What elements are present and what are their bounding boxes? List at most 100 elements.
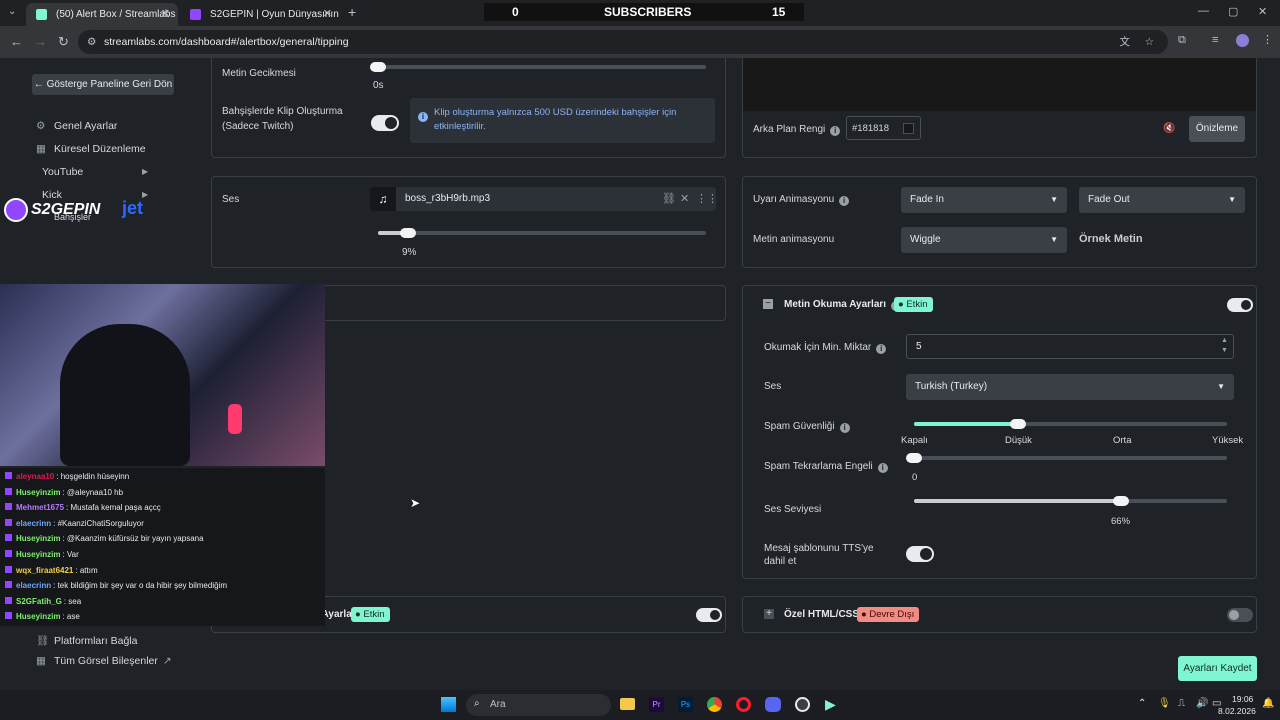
taskbar-search[interactable]: ⌕ Ara xyxy=(466,694,611,716)
tab-s2gepin[interactable]: S2GEPIN | Oyun Dünyasının Ye ✕ xyxy=(180,3,340,26)
sound-file-name: boss_r3bH9rb.mp3 xyxy=(405,193,491,204)
clock-date[interactable]: 8.02.2026 xyxy=(1218,706,1256,716)
twitch-icon xyxy=(190,9,201,20)
bookmark-star-icon[interactable]: ☆ xyxy=(1145,30,1154,54)
taskbar-search-placeholder: Ara xyxy=(490,699,506,710)
obs-icon[interactable] xyxy=(795,697,810,712)
sidebar-item-general[interactable]: ⚙ Genel Ayarlar xyxy=(36,120,117,132)
repeat-label-text: Spam Tekrarlama Engeli xyxy=(764,461,873,472)
back-to-dashboard-button[interactable]: ← Gösterge Paneline Geri Dön xyxy=(32,74,174,95)
sound-volume-handle[interactable] xyxy=(399,228,416,238)
text-delay-slider[interactable] xyxy=(378,65,706,69)
repeat-slider[interactable] xyxy=(914,456,1227,460)
file-explorer-icon[interactable] xyxy=(620,698,635,710)
tts-title: Metin Okuma Ayarlarıi xyxy=(784,299,902,311)
sound-panel: Ses ♫ boss_r3bH9rb.mp3 ⛓ ✕ ⋮⋮ 9% xyxy=(211,176,726,268)
clip-toggle[interactable] xyxy=(371,115,399,131)
tts-volume-handle[interactable] xyxy=(1112,496,1129,506)
close-tab-icon[interactable]: ✕ xyxy=(161,3,170,26)
tray-chevron-icon[interactable]: ⌃ xyxy=(1138,698,1146,709)
volume-icon[interactable]: 🔊 xyxy=(1196,698,1208,709)
spam-slider-handle[interactable] xyxy=(1010,419,1027,429)
tab-menu-icon[interactable]: ⌄ xyxy=(8,6,16,17)
text-anim-select[interactable]: Wiggle ▼ xyxy=(901,227,1067,253)
custom-html-status-badge: ● Devre Dışı xyxy=(857,607,920,622)
alert-out-select[interactable]: Fade Out ▼ xyxy=(1079,187,1245,213)
custom-html-panel: + Özel HTML/CSS ● Devre Dışı xyxy=(742,596,1257,633)
back-to-dashboard-label: Gösterge Paneline Geri Dön xyxy=(46,79,173,90)
browser-menu-icon[interactable]: ⋮ xyxy=(1262,33,1273,46)
close-window-icon[interactable]: ✕ xyxy=(1258,5,1267,18)
animation-panel: Uyarı Animasyonu i Fade In ▼ Fade Out ▼ Met… xyxy=(742,176,1257,268)
collapse-icon[interactable]: − xyxy=(763,299,773,309)
custom-html-toggle[interactable] xyxy=(1227,608,1253,622)
chat-text: : Var xyxy=(62,550,79,559)
caret-down-icon: ▼ xyxy=(1228,195,1236,204)
save-settings-button[interactable]: Ayarları Kaydet xyxy=(1178,656,1257,681)
notification-icon[interactable]: 🔔 xyxy=(1262,698,1274,709)
stepper-icon[interactable]: ▲ ▼ xyxy=(1221,336,1228,356)
photoshop-icon[interactable]: Ps xyxy=(678,697,693,712)
min-amount-label-text: Okumak İçin Min. Miktar xyxy=(764,342,872,353)
sidebar-item-connect-platforms[interactable]: ⛓ Platformları Bağla xyxy=(36,634,137,647)
subscribers-title: SUBSCRIBERS xyxy=(604,5,692,19)
chat-username: S2GFatih_G xyxy=(16,596,62,606)
microphone-icon[interactable]: 🎙 xyxy=(1158,698,1171,709)
streamlabs-taskbar-icon[interactable]: ▶ xyxy=(825,696,836,713)
sidebar-item-global[interactable]: ▦ Küresel Düzenleme xyxy=(36,143,146,155)
reload-icon[interactable]: ↻ xyxy=(58,34,69,50)
reading-list-icon[interactable]: ≡ xyxy=(1212,34,1218,46)
message-settings-toggle[interactable] xyxy=(696,608,722,622)
link-icon[interactable]: ⛓ xyxy=(662,192,676,205)
alert-anim-label-text: Uyarı Animasyonu xyxy=(753,194,835,205)
info-icon: i xyxy=(877,463,888,473)
repeat-slider-handle[interactable] xyxy=(906,453,922,463)
mouse-cursor: ➤ xyxy=(410,496,421,510)
close-tab-icon[interactable]: ✕ xyxy=(323,3,332,26)
network-icon[interactable]: ⎍ xyxy=(1178,698,1185,709)
forward-icon[interactable]: → xyxy=(34,34,47,49)
start-icon[interactable] xyxy=(441,697,456,712)
translate-icon[interactable]: 文 xyxy=(1120,30,1131,54)
voice-select[interactable]: Turkish (Turkey) ▼ xyxy=(906,374,1234,400)
tts-volume-value: 66% xyxy=(1111,516,1131,527)
chat-badge-icon xyxy=(5,518,12,526)
maximize-icon[interactable]: ▢ xyxy=(1228,5,1238,18)
chrome-icon[interactable] xyxy=(707,697,722,712)
text-delay-slider-handle[interactable] xyxy=(370,62,386,72)
minimize-icon[interactable]: — xyxy=(1198,5,1209,17)
extensions-icon[interactable]: ⧉ xyxy=(1178,34,1186,47)
preview-button[interactable]: Önizleme xyxy=(1189,116,1245,142)
chat-text: : tek bildiğim bir şey var o da hibir şe… xyxy=(53,581,227,591)
tts-toggle[interactable] xyxy=(1227,298,1253,312)
premiere-icon[interactable]: Pr xyxy=(649,697,664,712)
sidebar-item-youtube[interactable]: YouTube xyxy=(42,166,83,178)
sound-file-picker[interactable]: ♫ boss_r3bH9rb.mp3 ⛓ ✕ ⋮⋮ xyxy=(370,187,718,211)
text-delay-label: Metin Gecikmesi xyxy=(222,68,296,79)
chat-username: elaecrinn xyxy=(16,581,52,591)
expand-icon[interactable]: + xyxy=(764,609,774,619)
min-amount-input[interactable]: 5 ▲ ▼ xyxy=(906,334,1234,359)
clock-time[interactable]: 19:06 xyxy=(1232,694,1253,704)
template-toggle[interactable] xyxy=(906,546,934,562)
chat-username: Huseyinzim xyxy=(16,487,61,497)
back-icon[interactable]: ← xyxy=(10,34,23,49)
sidebar-item-all-widgets[interactable]: ▦ Tüm Görsel Bileşenler ↗ xyxy=(36,655,172,667)
opera-icon[interactable] xyxy=(736,697,751,712)
clear-icon[interactable]: ✕ xyxy=(680,192,689,205)
mute-icon[interactable]: 🔇 xyxy=(1163,123,1175,134)
chat-badge-icon xyxy=(5,472,12,479)
color-swatch[interactable] xyxy=(903,123,914,134)
tab-alert-box[interactable]: (50) Alert Box / Streamlabs ✕ xyxy=(26,3,178,26)
profile-avatar[interactable] xyxy=(1236,34,1249,47)
new-tab-button[interactable]: + xyxy=(348,4,356,20)
alert-in-select[interactable]: Fade In ▼ xyxy=(901,187,1067,213)
url-input[interactable]: ⚙ streamlabs.com/dashboard#/alertbox/gen… xyxy=(78,30,1168,54)
spam-tick-high: Yüksek xyxy=(1212,435,1244,446)
bg-color-input[interactable]: #181818 xyxy=(846,116,921,140)
discord-icon[interactable] xyxy=(765,697,781,712)
chat-message: Huseyinzim: Var xyxy=(5,550,79,559)
sound-volume-slider[interactable] xyxy=(378,231,706,235)
library-grid-icon[interactable]: ⋮⋮ xyxy=(696,192,718,205)
site-info-icon[interactable]: ⚙ xyxy=(87,30,96,54)
